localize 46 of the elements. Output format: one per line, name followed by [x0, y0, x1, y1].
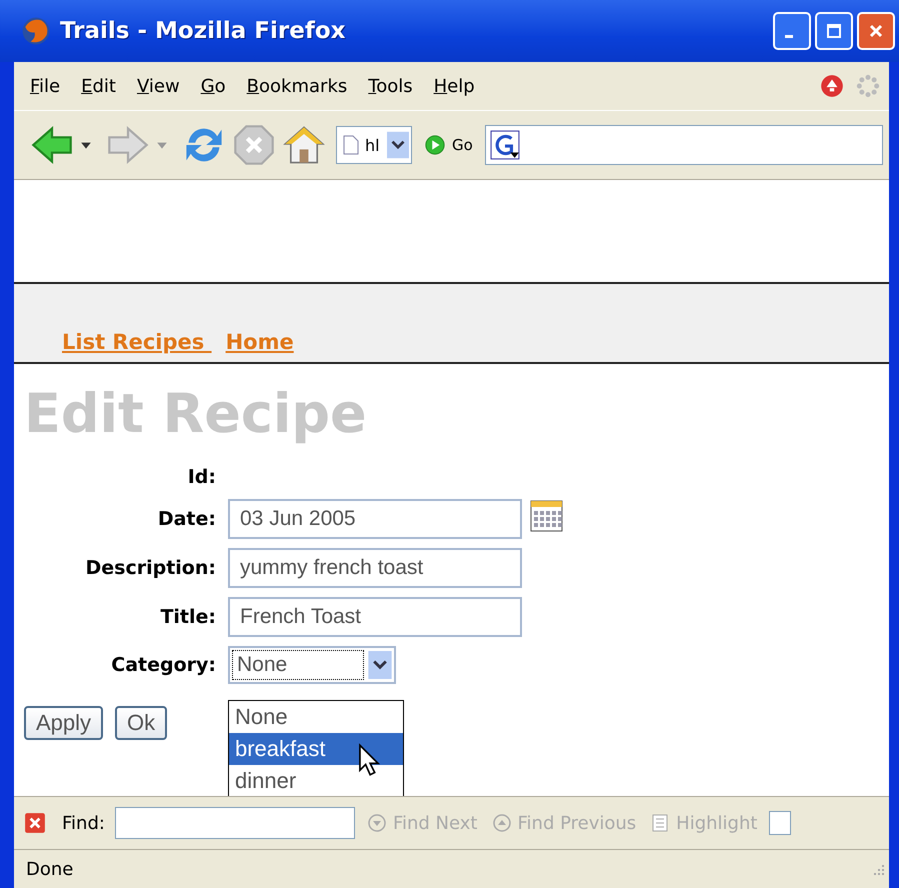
url-field[interactable]: hl	[336, 126, 412, 164]
browser-logo-icon	[20, 15, 52, 47]
go-button[interactable]: Go	[418, 134, 479, 156]
maximize-icon	[824, 21, 844, 41]
dropdown-option[interactable]: None	[229, 701, 403, 733]
menu-item[interactable]: Help	[426, 76, 488, 96]
find-label: Find:	[62, 812, 105, 834]
input-field[interactable]: 03 Jun 2005	[228, 499, 522, 539]
mouse-pointer-icon	[357, 743, 381, 777]
menu-item[interactable]: View	[128, 76, 193, 96]
resize-grip-icon[interactable]	[871, 862, 885, 876]
play-icon	[424, 134, 446, 156]
menu-item[interactable]: Go	[192, 76, 239, 96]
find-field[interactable]	[114, 807, 355, 839]
page-icon	[343, 134, 359, 156]
field-label: Id:	[186, 466, 216, 488]
status-text: Done	[26, 858, 74, 880]
minimize-button[interactable]	[773, 12, 811, 50]
minimize-icon	[785, 34, 793, 38]
menu-item[interactable]: Tools	[360, 76, 426, 96]
category-select[interactable]: None	[228, 646, 396, 684]
search-field[interactable]	[484, 125, 883, 165]
throbber-icon	[855, 73, 881, 99]
input-field[interactable]: French Toast	[228, 597, 522, 637]
close-icon[interactable]	[24, 812, 46, 834]
alert-icon[interactable]	[819, 73, 845, 99]
menu-item[interactable]: File	[22, 76, 74, 96]
window-title: Trails - Mozilla Firefox	[60, 18, 346, 44]
menu-item[interactable]: Bookmarks	[238, 76, 360, 96]
dropdown-option[interactable]: breakfast	[229, 733, 403, 765]
highlight-icon	[650, 813, 670, 833]
calendar-icon[interactable]	[530, 499, 564, 533]
field-label: Category:	[110, 654, 216, 676]
search-engine-icon[interactable]	[490, 130, 520, 160]
maximize-button[interactable]	[815, 12, 853, 50]
input-field[interactable]: yummy french toast	[228, 548, 522, 588]
field-label: Date:	[156, 508, 216, 530]
dropdown-option[interactable]: dinner	[229, 765, 403, 796]
form-button[interactable]: Apply	[24, 706, 104, 740]
stop-icon[interactable]	[232, 123, 276, 167]
field-label: Title:	[159, 606, 216, 628]
checkbox[interactable]	[769, 811, 792, 835]
form-button[interactable]: Ok	[115, 706, 168, 740]
field-label: Description:	[84, 557, 216, 579]
menu-item[interactable]: Edit	[73, 76, 129, 96]
close-button[interactable]	[857, 12, 895, 50]
